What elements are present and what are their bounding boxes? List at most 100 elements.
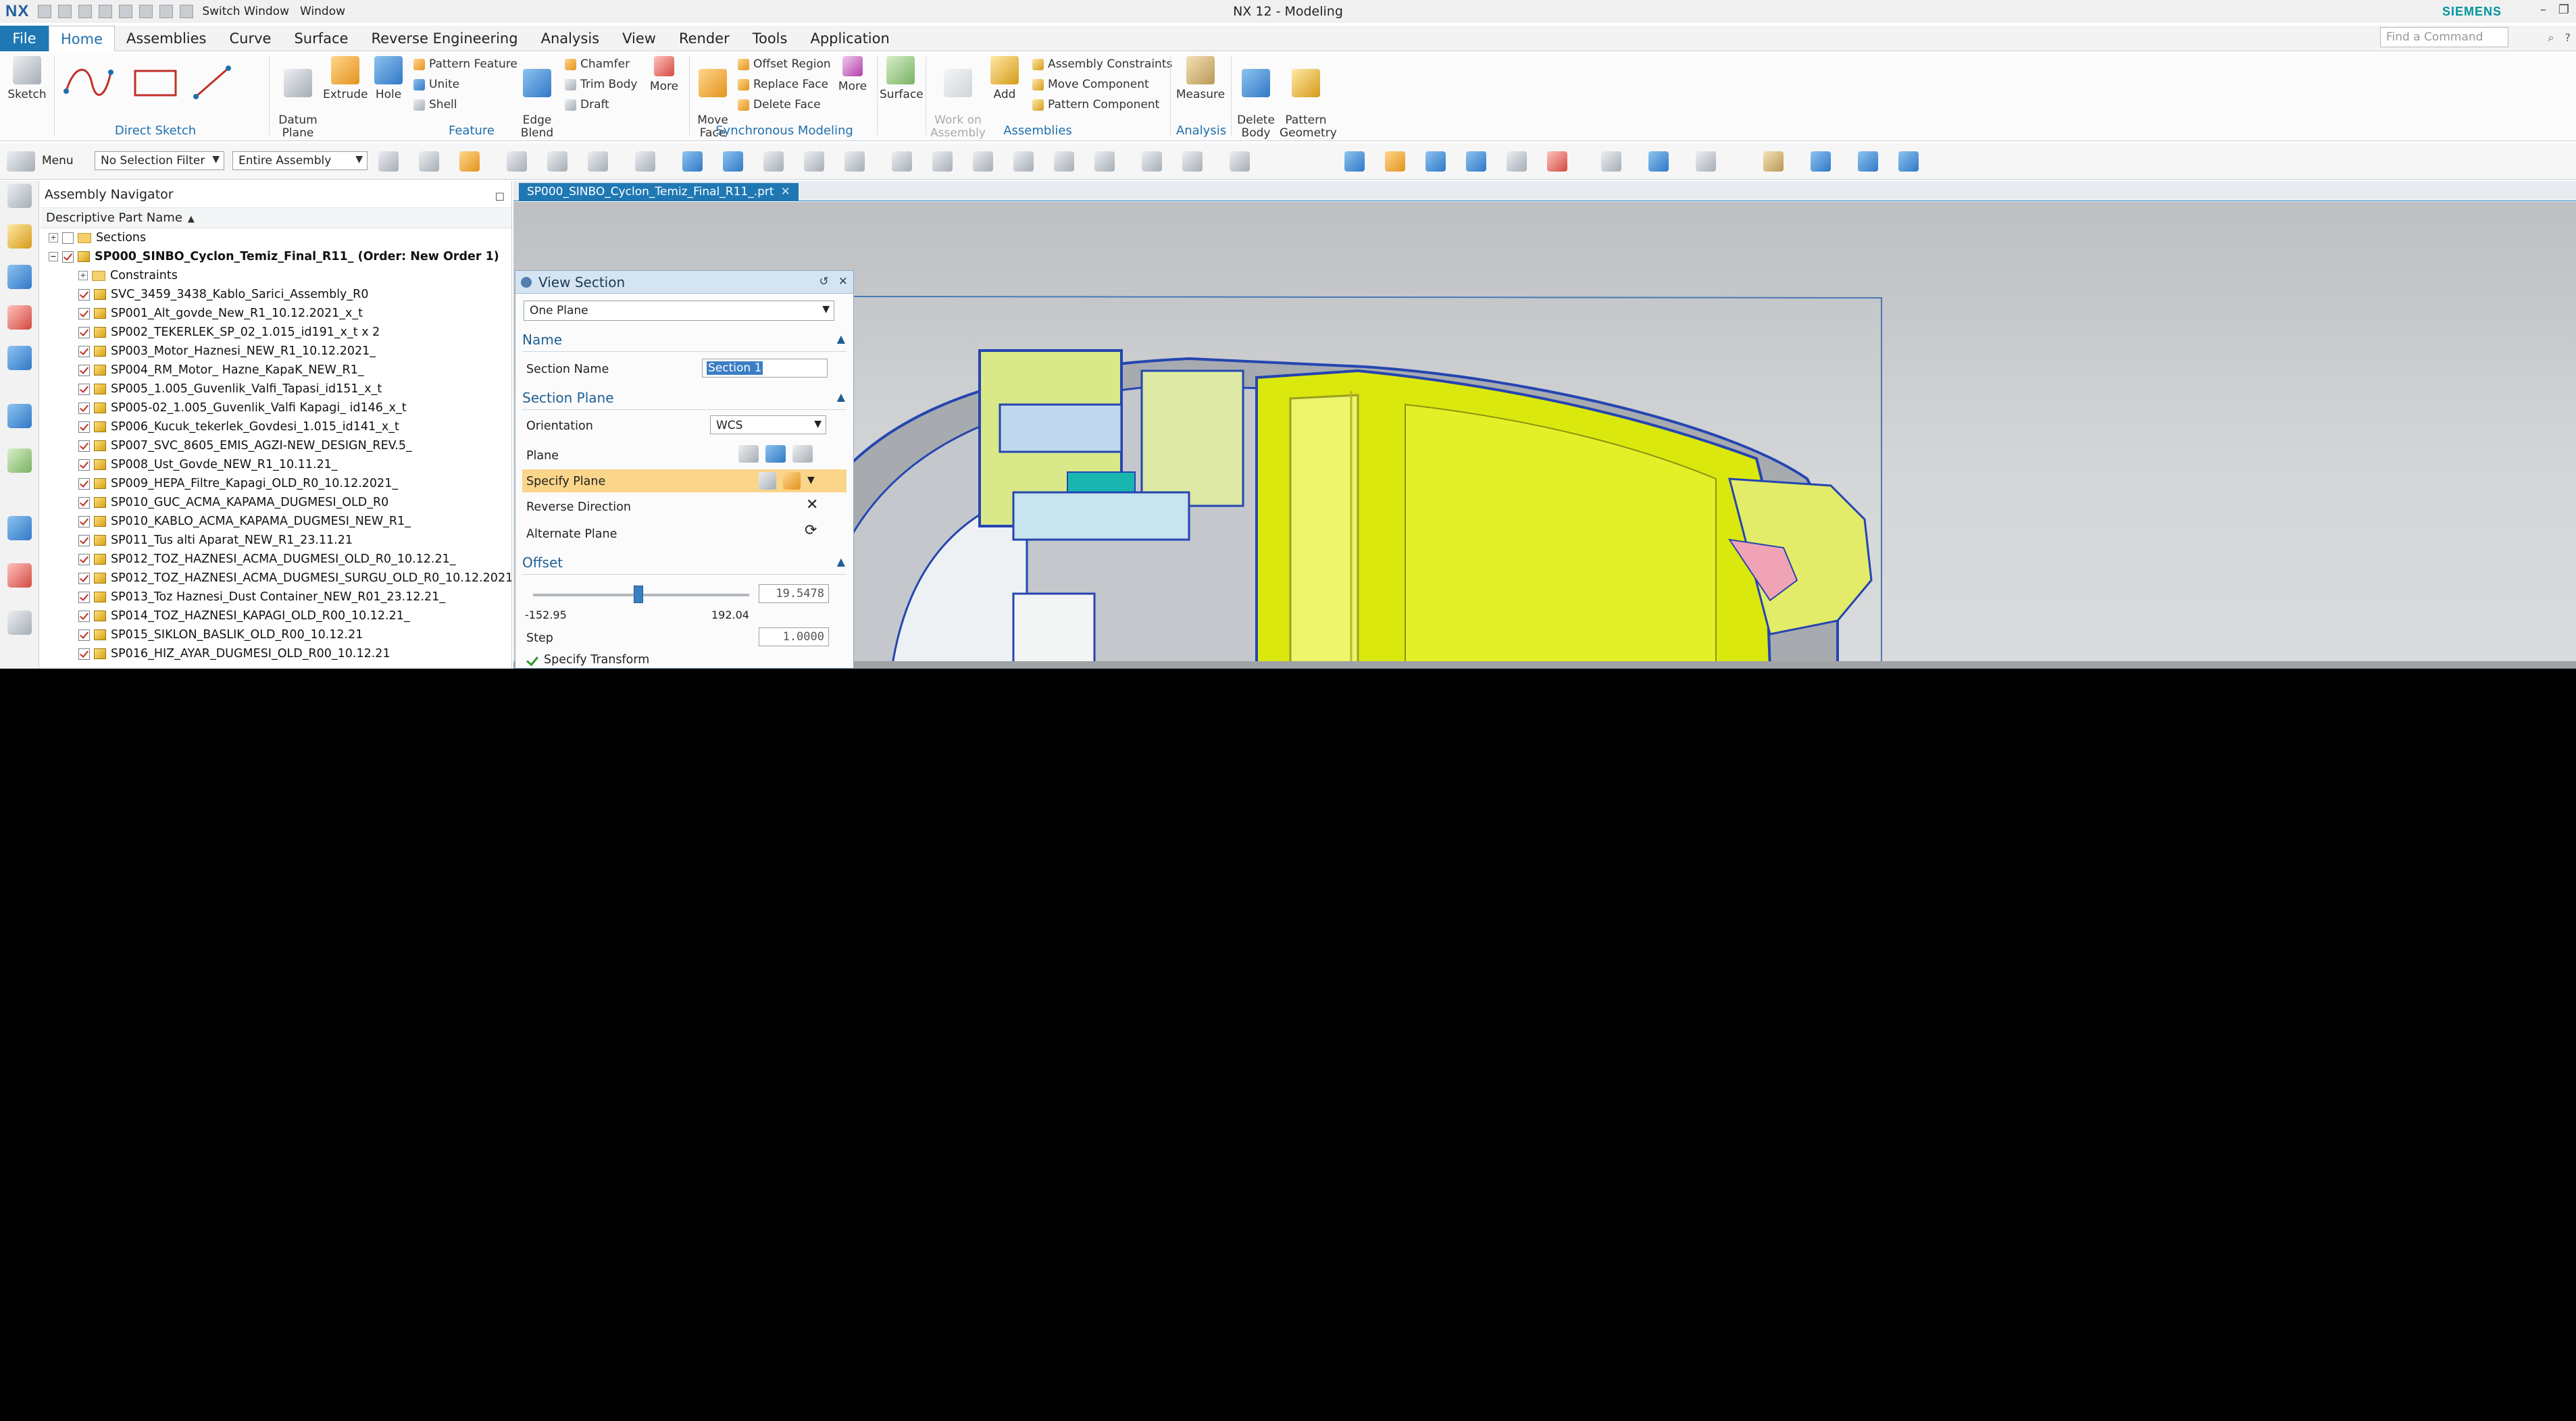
midpoint-icon[interactable] [844, 151, 865, 172]
restore-icon[interactable]: ❐ [2558, 3, 2569, 17]
document-tab[interactable]: SP000_SINBO_Cyclon_Temiz_Final_R11_.prt ✕ [519, 183, 799, 201]
menu-icon[interactable] [7, 151, 35, 172]
orientation-dropdown[interactable]: WCS ▼ [710, 415, 826, 434]
edit-section-icon[interactable] [1696, 151, 1716, 172]
curve-rule-icon[interactable] [507, 151, 527, 172]
visibility-checkbox[interactable] [78, 496, 90, 509]
view-section-icon[interactable] [1547, 151, 1567, 172]
tree-row[interactable]: + Sections [41, 228, 511, 247]
offset-value-input[interactable]: 19.5478 [759, 584, 829, 603]
face-rule-icon[interactable] [547, 151, 567, 172]
visibility-checkbox[interactable] [78, 629, 90, 641]
reset-icon[interactable]: ↺ [819, 275, 829, 288]
specify-transform-row[interactable]: Specify Transform [526, 653, 649, 667]
pattern-component-button[interactable]: Pattern Component [1032, 98, 1159, 111]
control-point-icon[interactable] [892, 151, 912, 172]
tab-view[interactable]: View [611, 26, 667, 51]
tab-curve[interactable]: Curve [218, 26, 283, 51]
tree-row[interactable]: SVC_3459_3438_Kablo_Sarici_Assembly_R0 [41, 285, 511, 304]
replace-face-button[interactable]: Replace Face [738, 78, 828, 91]
tree-row[interactable]: SP014_TOZ_HAZNESI_KAPAGI_OLD_R00_10.12.2… [41, 606, 511, 625]
selection-filter-dropdown[interactable]: No Selection Filter ▼ [95, 151, 224, 170]
rendering-style-icon[interactable] [1601, 151, 1621, 172]
gear-icon[interactable] [7, 184, 32, 208]
column-header-descriptive-part-name[interactable]: Descriptive Part Name ▲ [41, 208, 511, 228]
palette-icon[interactable] [7, 563, 32, 588]
assembly-constraints-button[interactable]: Assembly Constraints [1032, 57, 1172, 71]
snap-point-icon[interactable] [459, 151, 480, 172]
tree-row[interactable]: SP004_RM_Motor_ Hazne_KapaK_NEW_R1_ [41, 361, 511, 380]
visibility-checkbox[interactable] [62, 232, 74, 244]
selection-scope-dropdown[interactable]: Entire Assembly ▼ [232, 151, 368, 170]
tree-row[interactable]: SP010_GUC_ACMA_KAPAMA_DUGMESI_OLD_R0 [41, 493, 511, 512]
trim-body-button[interactable]: Trim Body [565, 78, 637, 91]
fit-icon[interactable] [1344, 151, 1365, 172]
heavy-select-icon[interactable] [1230, 151, 1250, 172]
endpoint-icon[interactable] [804, 151, 824, 172]
tree-row[interactable]: − SP000_SINBO_Cyclon_Temiz_Final_R11_ (Or… [41, 247, 511, 266]
solid-body-icon[interactable] [682, 151, 703, 172]
yc-plane-icon[interactable] [765, 445, 786, 463]
tab-analysis[interactable]: Analysis [530, 26, 611, 51]
part-navigator-icon[interactable] [7, 305, 32, 330]
tab-assemblies[interactable]: Assemblies [115, 26, 218, 51]
visibility-checkbox[interactable] [78, 553, 90, 565]
extrude-button[interactable]: Extrude [323, 56, 368, 101]
clock-icon[interactable] [7, 516, 32, 540]
select-region-icon[interactable] [635, 151, 655, 172]
visibility-checkbox[interactable] [78, 402, 90, 414]
hole-button[interactable]: Hole [370, 56, 407, 101]
visibility-checkbox[interactable] [78, 515, 90, 527]
visibility-checkbox[interactable] [78, 591, 90, 603]
reuse-library-icon[interactable] [7, 346, 32, 370]
select-component-icon[interactable] [378, 151, 399, 172]
quadrant-icon[interactable] [1013, 151, 1034, 172]
body-icon[interactable] [588, 151, 608, 172]
section-type-dropdown[interactable]: One Plane ▼ [524, 301, 834, 321]
studio-spline-icon[interactable] [64, 69, 113, 96]
chevron-down-icon[interactable]: ▼ [807, 475, 815, 486]
step-value-input[interactable]: 1.0000 [759, 627, 829, 646]
zc-plane-icon[interactable] [792, 445, 813, 463]
perspective-icon[interactable] [1507, 151, 1527, 172]
history-icon[interactable] [7, 448, 32, 473]
alternate-plane-icon[interactable]: ⟳ [805, 522, 817, 539]
visibility-checkbox[interactable] [78, 288, 90, 301]
tree-row[interactable]: SP005-02_1.005_Guvenlik_Valfi Kapagi_ id… [41, 398, 511, 417]
expand-icon[interactable]: + [49, 233, 58, 242]
tree-row[interactable]: SP013_Toz Haznesi_Dust Container_NEW_R01… [41, 588, 511, 606]
help-icon[interactable]: ? [2565, 31, 2571, 45]
tree-row[interactable]: SP010_KABLO_ACMA_KAPAMA_DUGMESI_NEW_R1_ [41, 512, 511, 531]
tree-row[interactable]: SP006_Kucuk_tekerlek_Govdesi_1.015_id141… [41, 417, 511, 436]
tree-row[interactable]: SP011_Tus alti Aparat_NEW_R1_23.11.21 [41, 531, 511, 550]
visibility-checkbox[interactable] [78, 477, 90, 490]
role-icon[interactable] [7, 611, 32, 635]
tab-surface[interactable]: Surface [282, 26, 359, 51]
panel-close-icon[interactable]: ☐ [495, 184, 505, 211]
window-menu[interactable]: Window [300, 5, 345, 18]
paste-icon[interactable] [139, 5, 153, 18]
offset-region-button[interactable]: Offset Region [738, 57, 831, 71]
measure-button[interactable]: Measure [1174, 56, 1227, 101]
sync-more-button[interactable]: More [832, 56, 873, 93]
bounded-grid-icon[interactable] [1182, 151, 1203, 172]
visibility-checkbox[interactable] [78, 421, 90, 433]
offset-group-header[interactable]: Offset ▲ [522, 554, 847, 575]
find-command-input[interactable]: Find a Command [2380, 27, 2508, 47]
repeat-command-icon[interactable] [159, 5, 174, 18]
tree-row[interactable]: + Constraints [41, 266, 511, 285]
point-on-face-icon[interactable] [1142, 151, 1162, 172]
measure-icon[interactable] [1763, 151, 1784, 172]
offset-slider-thumb[interactable] [633, 586, 643, 603]
rectangle-icon[interactable] [134, 70, 177, 97]
wave-icon[interactable] [1858, 151, 1878, 172]
arc-center-icon[interactable] [973, 151, 993, 172]
tree-row[interactable]: SP016_HIZ_AYAR_DUGMESI_OLD_R00_10.12.21 [41, 644, 511, 663]
section-plane-group-header[interactable]: Section Plane ▲ [522, 390, 847, 410]
existing-point-icon[interactable] [1054, 151, 1074, 172]
tab-application[interactable]: Application [799, 26, 901, 51]
menu-button[interactable]: Menu [42, 154, 74, 167]
visibility-checkbox[interactable] [78, 345, 90, 357]
redo-icon[interactable] [78, 5, 93, 18]
copy-icon[interactable] [119, 5, 133, 18]
